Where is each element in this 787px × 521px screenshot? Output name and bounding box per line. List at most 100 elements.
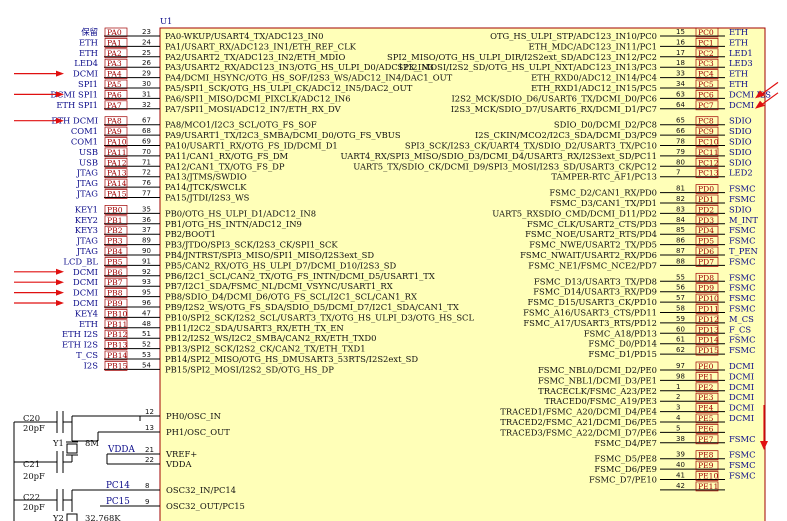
- func-label-pc13: LED2: [729, 168, 753, 178]
- net-label-pb12: PB12: [107, 330, 128, 339]
- pin-name-pa14: PA14/JTCK/SWCLK: [165, 182, 247, 192]
- func-label-pd6: T_PEN: [729, 246, 758, 257]
- func-label-pc0: ETH: [729, 27, 748, 37]
- pin-number-pd3: 84: [676, 216, 685, 224]
- pc14-net: PC14: [106, 481, 130, 491]
- net-label-pb8: PB8: [107, 289, 123, 298]
- pin-name-pa11: PA11/CAN1_RX/OTG_FS_DM: [165, 151, 289, 162]
- pin-name-pc1: ETH_MDC/ADC123_IN11/PC1: [528, 41, 657, 52]
- func-label-pa2: ETH: [79, 48, 98, 58]
- pin-name-pb14: PB14/SPI2_MISO/OTG_HS_DMUSART3_53RTS/I2S…: [165, 354, 418, 365]
- pin-name-pb0: PB0/OTG_HS_ULPI_D1/ADC12_IN8: [165, 208, 316, 219]
- pin-name-bottom-0: PH0/OSC_IN: [166, 411, 221, 422]
- pin-name-pd10: FSMC_D15/USART3_CK/PD10: [527, 297, 657, 308]
- net-label-pb1: PB1: [107, 216, 123, 225]
- func-label-pe9: FSMC: [729, 460, 756, 470]
- pin-number-pd9: 56: [676, 284, 685, 292]
- pin-number-pc0: 15: [676, 28, 685, 36]
- net-label-pa11: PA11: [107, 148, 127, 157]
- func-label-pa4: DCMI: [73, 69, 98, 79]
- y2-crystal: [66, 513, 78, 521]
- func-label-pe3: DCMI: [729, 392, 754, 402]
- pin-name-pd1: FSMC_D3/CAN1_TX/PD1: [550, 198, 657, 209]
- pin-number-bottom-5: 9: [145, 498, 149, 506]
- net-label-pa5: PA5: [107, 80, 122, 89]
- net-label-pe6: PE6: [698, 424, 714, 433]
- func-label-pa7: ETH SPI1: [56, 100, 98, 110]
- pin-number-pe9: 40: [676, 461, 685, 469]
- pin-name-pc7: I2S3_MCK/SDIO_D7/USART6_RX/DCMI_D1/PC7: [451, 104, 657, 115]
- pin-number-pb3: 89: [142, 237, 151, 245]
- net-label-pd13: PD13: [698, 325, 719, 334]
- pin-name-pd15: FSMC_D1/PD15: [588, 349, 657, 360]
- pin-number-pa15: 77: [142, 190, 151, 198]
- net-label-pb14: PB14: [107, 351, 128, 360]
- pin-name-pb4: PB4/JNTRST/SPI3_MISO/SPI1_MISO/I2S3ext_S…: [165, 250, 374, 261]
- c22-value: 20pF: [23, 502, 45, 512]
- pin-name-bottom-1: PH1/OSC_OUT: [166, 427, 230, 438]
- net-label-pb5: PB5: [107, 257, 123, 266]
- net-label-pb7: PB7: [107, 278, 123, 287]
- net-label-pe10: PE10: [698, 472, 718, 481]
- func-label-pd4: FSMC: [729, 225, 756, 235]
- func-label-pd3: M_INT: [729, 215, 758, 226]
- pin-name-pc13: TAMPER-RTC_AF1/PC13: [551, 172, 657, 183]
- pin-name-pc5: ETH_RXD1/ADC12_IN15/PC5: [531, 83, 657, 94]
- func-label-pa14: JTAG: [76, 178, 99, 188]
- net-label-pb10: PB10: [107, 309, 128, 318]
- pin-number-pe0: 97: [676, 362, 685, 370]
- pin-number-pe10: 41: [676, 472, 685, 480]
- net-label-pe0: PE0: [698, 362, 714, 371]
- pin-number-pe6: 5: [676, 424, 680, 432]
- pin-name-pa3: PA3/USART2_RX/ADC123_IN3/OTG_HS_ULPI_D0/…: [165, 62, 434, 73]
- pin-number-pe5: 4: [676, 414, 681, 422]
- pin-number-pd4: 85: [676, 226, 685, 234]
- arrow-head-pa4: [56, 70, 64, 77]
- net-label-pc12: PC12: [698, 158, 719, 167]
- net-label-pd9: PD9: [698, 284, 714, 293]
- arrow-head-pb6: [56, 268, 64, 275]
- arrow-head-pb7: [56, 279, 64, 286]
- pin-number-pa2: 25: [142, 49, 151, 57]
- net-label-pa4: PA4: [107, 70, 122, 79]
- y2-value: 32.768K: [85, 513, 121, 521]
- pin-name-pd12: FSMC_A17/USART3_RTS/PD12: [523, 318, 657, 329]
- pin-number-pe2: 1: [676, 383, 680, 391]
- pin-number-pc12: 80: [676, 158, 685, 166]
- c21-value: 20pF: [23, 471, 45, 481]
- func-label-pd8: FSMC: [729, 272, 756, 282]
- pin-name-pb15: PB15/SPI2_MOSI/I2S2_SD/OTG_HS_DP: [165, 364, 334, 375]
- func-label-pb4: JTAG: [76, 246, 99, 256]
- pin-number-pc11: 79: [676, 148, 685, 156]
- pin-number-pa13: 72: [142, 169, 151, 177]
- func-label-pa9: COM1: [71, 126, 98, 136]
- pin-name-pa7: PA7/SPI1_MOSI/ADC12_IN7/ETH_RX_DV: [165, 104, 342, 115]
- pin-number-pa9: 68: [142, 127, 151, 135]
- func-label-pd9: FSMC: [729, 283, 756, 293]
- func-label-pb13: ETH I2S: [62, 340, 98, 350]
- func-label-pa13: JTAG: [76, 168, 99, 178]
- net-label-pa0: PA0: [107, 28, 122, 37]
- net-label-pa7: PA7: [107, 101, 122, 110]
- net-label-pe2: PE2: [698, 383, 714, 392]
- func-label-pc9: SDIO: [729, 126, 752, 136]
- pin-number-pd7: 88: [676, 257, 685, 265]
- pin-name-pe9: FSMC_D6/PE9: [594, 464, 657, 475]
- net-label-pe8: PE8: [698, 451, 714, 460]
- pin-name-pd9: FSMC_D14/USART3_RX/PD9: [533, 287, 657, 298]
- pin-number-bottom-1: 13: [145, 424, 154, 432]
- func-label-pa1: ETH: [79, 37, 98, 47]
- net-label-pb3: PB3: [107, 237, 123, 246]
- net-label-pa8: PA8: [107, 117, 122, 126]
- func-label-pa0: 保留: [81, 27, 98, 37]
- pin-name-pa5: PA5/SPI1_SCK/OTG_HS_ULPI_CK/ADC12_IN5/DA…: [165, 83, 413, 94]
- net-label-pa15: PA15: [107, 190, 127, 199]
- pin-name-pb13: PB13/SPI2_SCK/I2S2_CK/CAN2_TX/ETH_TXD1: [165, 344, 366, 355]
- net-label-pb11: PB11: [107, 320, 127, 329]
- net-label-pc3: PC3: [698, 59, 714, 68]
- func-label-pb1: KEY2: [75, 215, 98, 225]
- net-label-pb15: PB15: [107, 361, 128, 370]
- net-label-pc5: PC5: [698, 80, 714, 89]
- pin-name-pa8: PA8/MCO1/I2C3_SCL/OTG_FS_SOF: [165, 120, 317, 131]
- pin-number-pd2: 83: [676, 205, 685, 213]
